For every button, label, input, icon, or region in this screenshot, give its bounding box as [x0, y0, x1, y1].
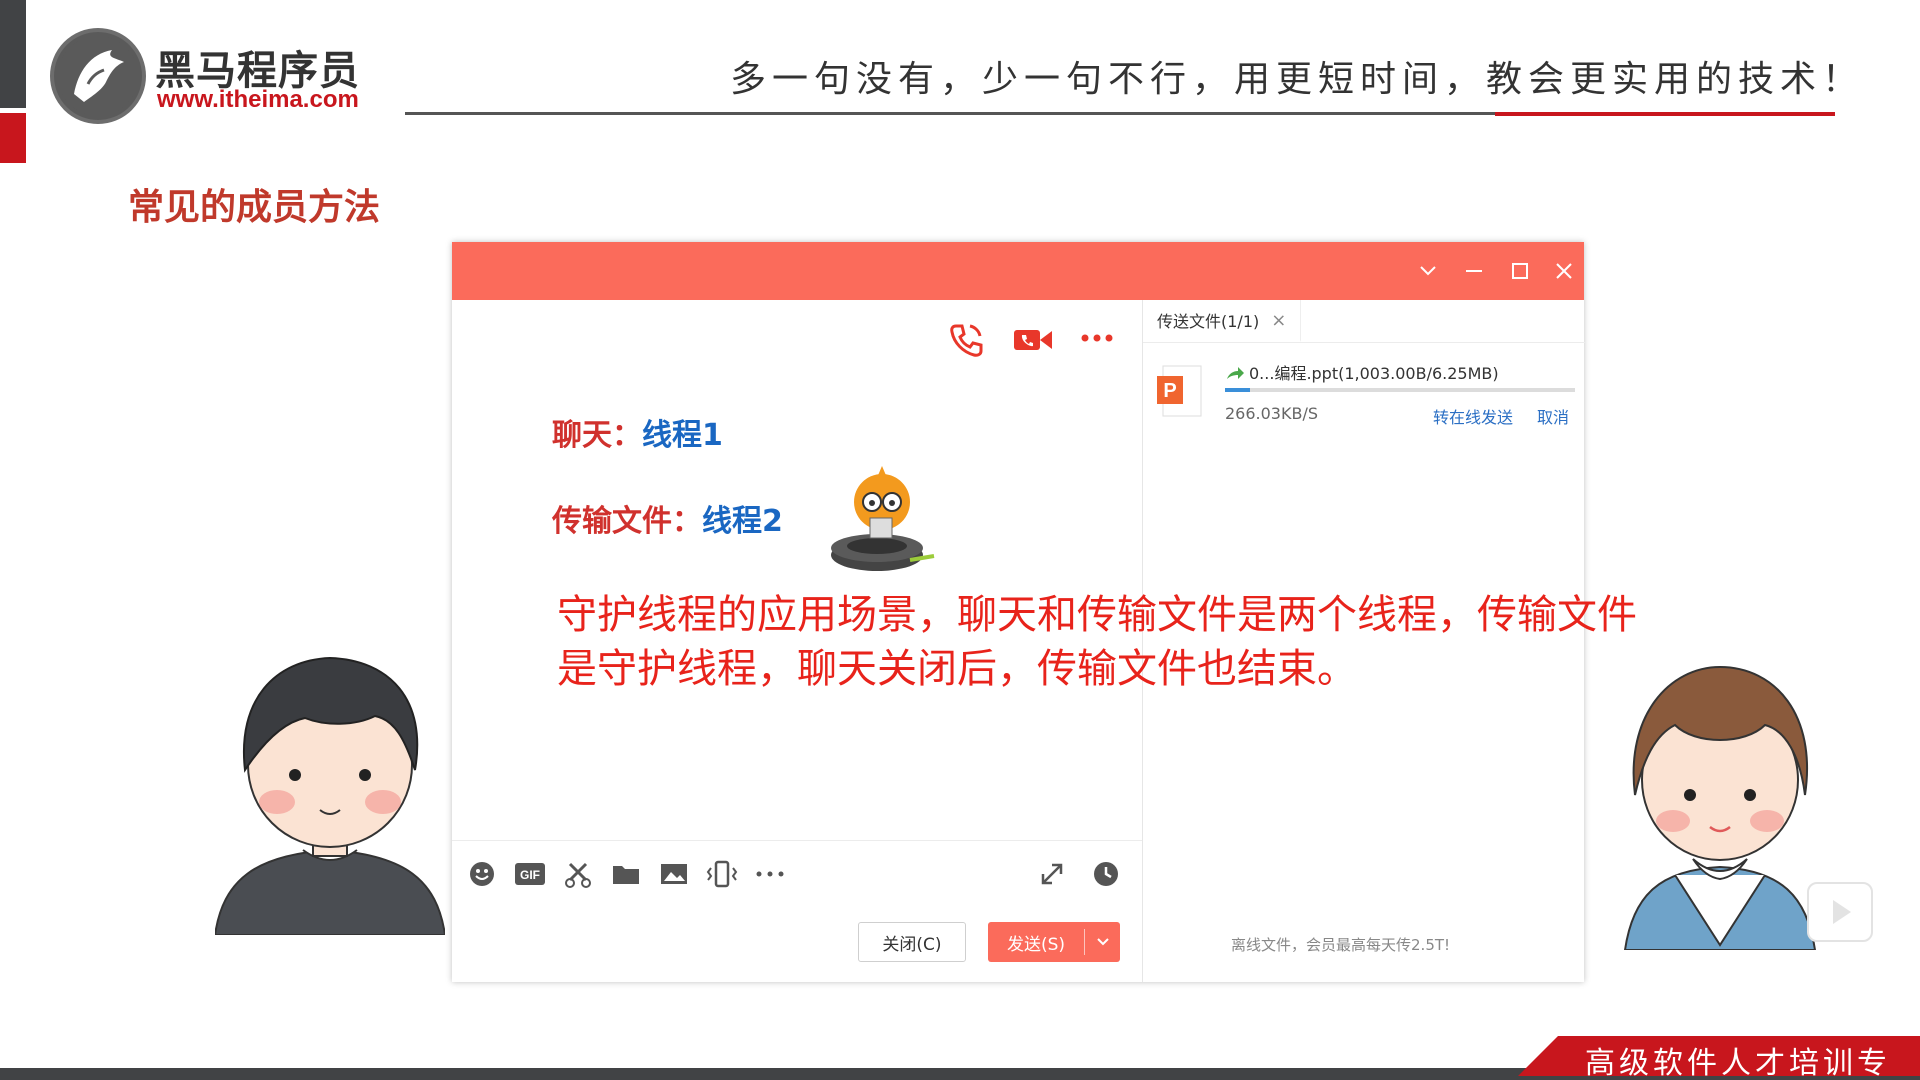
file-thread-value: 线程2	[702, 504, 783, 539]
chat-label: 聊天：	[552, 418, 642, 453]
girl-character-illustration	[1615, 645, 1825, 954]
vibrate-icon[interactable]	[706, 858, 738, 890]
chevron-down-icon[interactable]	[1085, 936, 1120, 948]
offline-note: 离线文件，会员最高每天传2.5T!	[1231, 936, 1451, 954]
footer-text: 高级软件人才培训专家	[1585, 1046, 1891, 1080]
caption-line-1: 守护线程的应用场景，聊天和传输文件是两个线程，传输文件	[557, 592, 1637, 638]
maximize-icon[interactable]	[1504, 256, 1536, 286]
more-icon[interactable]	[754, 858, 786, 890]
gif-label: GIF	[520, 868, 540, 882]
brand-url: www.itheima.com	[157, 86, 359, 113]
horse-logo-icon	[50, 28, 146, 124]
input-divider	[452, 840, 1142, 841]
more-icon[interactable]	[1077, 326, 1117, 354]
transfer-file-name: 0...编程.ppt(1,003.00B/6.25MB)	[1225, 360, 1499, 384]
online-send-link[interactable]: 转在线发送	[1433, 404, 1513, 428]
close-button[interactable]: 关闭(C)	[858, 922, 966, 962]
file-label: 传输文件：	[552, 504, 702, 539]
phone-icon[interactable]	[946, 320, 986, 364]
slogan: 多一句没有，少一句不行，用更短时间，教会更实用的技术！	[730, 59, 1865, 100]
history-icon[interactable]	[1090, 858, 1122, 890]
file-thread-line: 传输文件：线程2	[552, 496, 783, 540]
header-divider	[405, 112, 1495, 115]
tab-divider	[1143, 342, 1585, 343]
sticker-image	[822, 460, 942, 584]
ppt-file-icon: P	[1155, 364, 1203, 418]
ppt-letter: P	[1163, 380, 1176, 402]
left-accent-bar	[0, 0, 26, 108]
folder-icon[interactable]	[610, 858, 642, 890]
page-title: 常见的成员方法	[128, 187, 381, 228]
video-call-icon[interactable]	[1012, 322, 1054, 362]
close-icon[interactable]: ×	[1271, 310, 1286, 331]
caption-line-2: 是守护线程，聊天关闭后，传输文件也结束。	[557, 646, 1357, 692]
emoji-icon[interactable]	[466, 858, 498, 890]
send-button[interactable]: 发送(S)	[988, 922, 1120, 962]
expand-icon[interactable]	[1036, 858, 1068, 890]
transfer-progress-bar	[1225, 388, 1575, 392]
left-accent-bar-red	[0, 113, 26, 163]
boy-character-illustration	[213, 630, 447, 939]
cancel-link[interactable]: 取消	[1537, 404, 1569, 428]
chat-thread-value: 线程1	[642, 418, 723, 453]
close-icon[interactable]	[1548, 256, 1580, 286]
window-titlebar	[452, 242, 1584, 300]
scissors-icon[interactable]	[562, 858, 594, 890]
minimize-icon[interactable]	[1458, 256, 1490, 286]
chat-thread-line: 聊天：线程1	[552, 410, 723, 454]
tab-label: 传送文件(1/1)	[1157, 312, 1260, 331]
tab-file-transfer[interactable]: 传送文件(1/1) ×	[1143, 300, 1302, 342]
chevron-down-icon[interactable]	[1412, 256, 1444, 286]
transfer-progress-fill	[1225, 388, 1250, 392]
transfer-speed: 266.03KB/S	[1225, 404, 1318, 423]
forward-arrow-icon	[1227, 367, 1244, 379]
caption-text: 守护线程的应用场景，聊天和传输文件是两个线程，传输文件 是守护线程，聊天关闭后，…	[557, 588, 1667, 696]
play-icon[interactable]	[1807, 882, 1873, 942]
image-icon[interactable]	[658, 858, 690, 890]
gif-icon[interactable]: GIF	[514, 858, 546, 890]
slide: 黑马程序员 www.itheima.com 多一句没有，少一句不行，用更短时间，…	[0, 0, 1920, 1080]
send-button-label: 发送(S)	[1006, 934, 1066, 955]
header-divider-accent	[1495, 112, 1835, 116]
file-name-text: 0...编程.ppt(1,003.00B/6.25MB)	[1249, 364, 1499, 383]
